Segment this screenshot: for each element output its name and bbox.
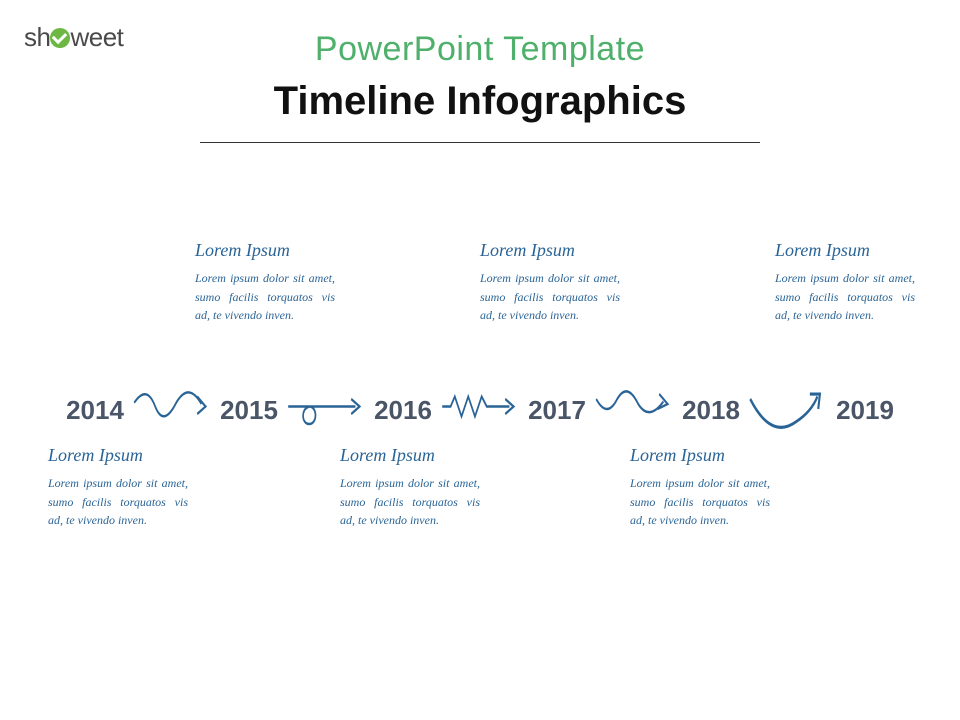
year-2016: 2016 [368, 395, 438, 426]
note-body: Lorem ipsum dolor sit amet, sumo facilis… [775, 269, 915, 325]
arrow-2 [284, 390, 368, 430]
zigzag-arrow-icon [438, 384, 522, 434]
year-2017: 2017 [522, 395, 592, 426]
note-body: Lorem ipsum dolor sit amet, sumo facilis… [480, 269, 620, 325]
note-body: Lorem ipsum dolor sit amet, sumo facilis… [630, 474, 770, 530]
note-bottom-1: Lorem Ipsum Lorem ipsum dolor sit amet, … [48, 445, 188, 530]
arrow-1 [130, 390, 214, 430]
note-heading: Lorem Ipsum [775, 240, 915, 261]
wave-arrow-icon [592, 384, 676, 434]
note-body: Lorem ipsum dolor sit amet, sumo facilis… [340, 474, 480, 530]
heading-area: PowerPoint Template Timeline Infographic… [0, 30, 960, 143]
note-top-3: Lorem Ipsum Lorem ipsum dolor sit amet, … [775, 240, 915, 325]
note-body: Lorem ipsum dolor sit amet, sumo facilis… [48, 474, 188, 530]
timeline: 2014 2015 2016 2017 [60, 390, 900, 430]
note-bottom-3: Lorem Ipsum Lorem ipsum dolor sit amet, … [630, 445, 770, 530]
loop-arrow-icon [284, 384, 368, 434]
note-top-2: Lorem Ipsum Lorem ipsum dolor sit amet, … [480, 240, 620, 325]
swoop-arrow-icon [746, 384, 830, 434]
page-title: Timeline Infographics [0, 79, 960, 124]
year-2014: 2014 [60, 395, 130, 426]
year-2015: 2015 [214, 395, 284, 426]
year-2018: 2018 [676, 395, 746, 426]
year-2019: 2019 [830, 395, 900, 426]
note-heading: Lorem Ipsum [340, 445, 480, 466]
arrow-5 [746, 390, 830, 430]
title-divider [200, 142, 760, 143]
note-heading: Lorem Ipsum [195, 240, 335, 261]
note-heading: Lorem Ipsum [480, 240, 620, 261]
note-top-1: Lorem Ipsum Lorem ipsum dolor sit amet, … [195, 240, 335, 325]
arrow-3 [438, 390, 522, 430]
template-label: PowerPoint Template [0, 30, 960, 69]
note-body: Lorem ipsum dolor sit amet, sumo facilis… [195, 269, 335, 325]
squiggle-arrow-icon [130, 384, 214, 434]
years-row: 2014 2015 2016 2017 [60, 390, 900, 430]
note-bottom-2: Lorem Ipsum Lorem ipsum dolor sit amet, … [340, 445, 480, 530]
note-heading: Lorem Ipsum [630, 445, 770, 466]
note-heading: Lorem Ipsum [48, 445, 188, 466]
arrow-4 [592, 390, 676, 430]
